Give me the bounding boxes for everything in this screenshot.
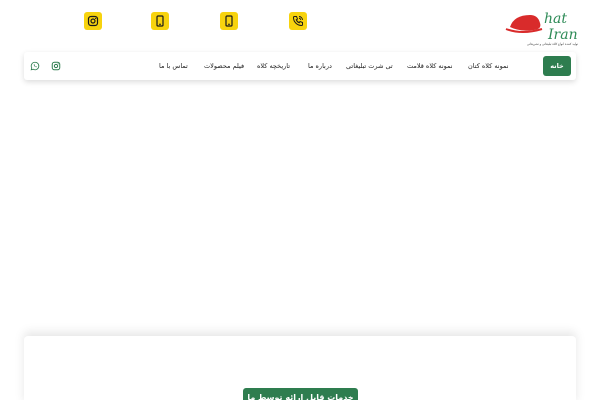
main-navbar: خانه نمونه کلاه کتان نمونه کلاه قلامت تی… xyxy=(24,52,576,80)
services-button[interactable]: خدمات قابل ارائه توسط ما xyxy=(243,388,358,400)
mobile-icon[interactable] xyxy=(220,12,238,30)
phone-icon[interactable] xyxy=(289,12,307,30)
nav-item-katan-hat[interactable]: نمونه کلاه کتان xyxy=(468,56,509,76)
nav-item-product-videos[interactable]: فیلم محصولات xyxy=(204,56,244,76)
instagram-icon[interactable] xyxy=(84,12,102,30)
logo-tagline: تولید کننده انواع کلاه تبلیغاتی و تشریفا… xyxy=(527,42,578,46)
nav-item-hat-history[interactable]: تاریخچه کلاه xyxy=(257,56,290,76)
nav-item-promo-tshirt[interactable]: تی شرت تبلیغاتی xyxy=(346,56,393,76)
whatsapp-icon[interactable] xyxy=(28,59,42,73)
nav-item-about-us[interactable]: درباره ما xyxy=(308,56,332,76)
page: hat Iran تولید کننده انواع کلاه تبلیغاتی… xyxy=(0,0,600,400)
nav-item-galamat-hat[interactable]: نمونه کلاه قلامت xyxy=(407,56,453,76)
logo-wordmark-hat: hat xyxy=(544,11,567,27)
nav-item-contact-us[interactable]: تماس با ما xyxy=(159,56,188,76)
logo-wordmark-iran: Iran xyxy=(547,27,578,43)
site-logo[interactable]: hat Iran تولید کننده انواع کلاه تبلیغاتی… xyxy=(504,3,582,47)
instagram-icon[interactable] xyxy=(49,59,63,73)
mobile-icon[interactable] xyxy=(151,12,169,30)
nav-home-button[interactable]: خانه xyxy=(543,56,571,76)
